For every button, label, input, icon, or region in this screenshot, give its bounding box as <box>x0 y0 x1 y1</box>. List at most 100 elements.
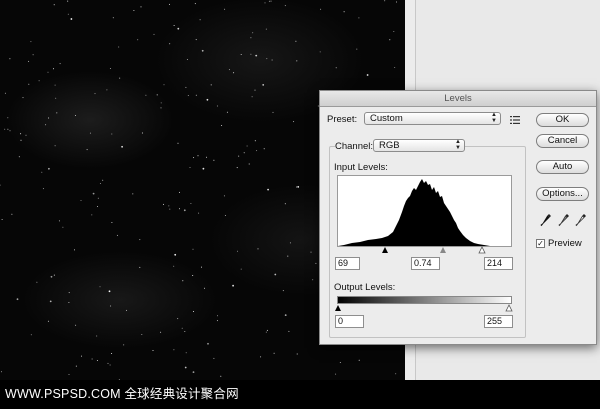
star <box>53 68 54 70</box>
star <box>110 305 112 307</box>
star <box>121 145 123 148</box>
auto-button[interactable]: Auto <box>536 160 589 174</box>
channel-value: RGB <box>379 140 400 151</box>
star <box>183 209 186 212</box>
star <box>282 290 284 292</box>
star <box>56 112 58 114</box>
star <box>192 275 194 276</box>
star <box>141 334 143 335</box>
star <box>295 40 297 42</box>
star <box>389 39 391 41</box>
star <box>193 311 194 312</box>
input-gamma-field[interactable]: 0.74 <box>411 257 440 270</box>
star <box>137 39 139 41</box>
preset-select[interactable]: Custom ▲ ▼ <box>364 112 501 125</box>
output-white-field[interactable]: 255 <box>484 315 513 328</box>
star <box>145 94 147 96</box>
star <box>320 8 322 10</box>
star <box>163 84 165 86</box>
input-black-handle[interactable] <box>382 247 388 253</box>
star <box>297 186 300 188</box>
star <box>268 0 270 2</box>
star <box>59 63 61 65</box>
star <box>141 132 143 134</box>
star <box>109 68 111 69</box>
channel-select[interactable]: RGB ▲ ▼ <box>373 139 465 152</box>
ok-button[interactable]: OK <box>536 113 589 127</box>
star <box>140 6 142 8</box>
star <box>139 266 141 268</box>
star <box>182 280 184 282</box>
star <box>246 145 248 147</box>
star <box>284 314 287 316</box>
star <box>192 248 194 250</box>
star <box>319 51 321 53</box>
star <box>248 163 250 165</box>
star <box>206 156 207 158</box>
preview-checkbox[interactable]: ✓ <box>536 239 545 248</box>
star <box>42 188 44 190</box>
output-black-field[interactable]: 0 <box>335 315 364 328</box>
star <box>102 179 104 181</box>
star <box>74 249 75 251</box>
input-levels-slider[interactable] <box>337 245 510 254</box>
histogram <box>337 175 512 247</box>
star <box>96 360 98 361</box>
list-menu-icon[interactable] <box>510 115 520 125</box>
star <box>254 140 256 142</box>
star <box>185 86 187 88</box>
star <box>284 203 286 205</box>
output-levels-slider[interactable] <box>334 303 514 312</box>
star <box>173 25 175 26</box>
star <box>221 125 223 126</box>
star <box>250 37 252 39</box>
star <box>343 11 345 13</box>
star <box>250 53 252 55</box>
star <box>92 192 95 195</box>
star <box>0 184 1 186</box>
options-button[interactable]: Options... <box>536 187 589 201</box>
star <box>202 167 205 170</box>
input-gamma-handle[interactable] <box>440 247 446 253</box>
star <box>201 49 204 52</box>
star <box>9 58 11 60</box>
star <box>133 10 135 11</box>
star <box>156 94 158 96</box>
output-white-handle[interactable] <box>505 304 513 312</box>
dialog-titlebar[interactable]: Levels <box>320 91 596 107</box>
star <box>153 33 155 35</box>
star <box>223 195 225 197</box>
star <box>54 84 56 86</box>
input-white-handle[interactable] <box>478 246 486 254</box>
star <box>152 350 154 351</box>
star <box>179 191 180 193</box>
eyedropper-black-icon[interactable] <box>540 213 552 227</box>
star <box>293 121 295 123</box>
star <box>358 359 360 361</box>
star <box>139 239 141 241</box>
star <box>30 334 32 336</box>
star <box>272 111 274 113</box>
input-white-field[interactable]: 214 <box>484 257 513 270</box>
eyedropper-gray-icon[interactable] <box>558 213 570 227</box>
star <box>25 134 27 136</box>
star <box>251 96 253 98</box>
star <box>7 117 9 119</box>
cancel-button[interactable]: Cancel <box>536 134 589 148</box>
star <box>111 133 113 135</box>
star <box>16 298 19 301</box>
output-black-handle[interactable] <box>335 305 341 311</box>
star <box>260 356 262 358</box>
star <box>216 105 218 107</box>
watermark-text: WWW.PSPSD.COM 全球经典设计聚合网 <box>0 380 600 409</box>
star <box>177 27 180 30</box>
star <box>335 67 337 69</box>
star <box>75 115 76 116</box>
eyedropper-white-icon[interactable] <box>575 213 587 227</box>
star <box>106 89 108 91</box>
star <box>181 327 183 329</box>
star <box>20 139 22 141</box>
input-black-field[interactable]: 69 <box>335 257 360 270</box>
star <box>160 331 162 333</box>
star <box>68 374 70 375</box>
